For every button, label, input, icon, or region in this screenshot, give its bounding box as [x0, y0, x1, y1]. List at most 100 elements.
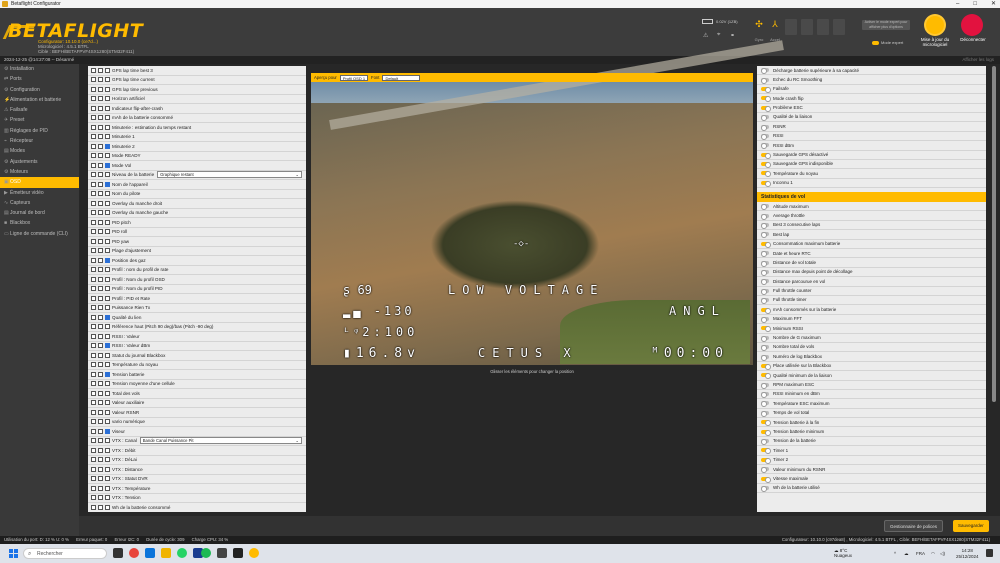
profile-3-checkbox[interactable] — [105, 466, 110, 472]
profile-3-checkbox[interactable] — [105, 504, 110, 510]
profile-1-checkbox[interactable] — [91, 485, 96, 491]
font-select[interactable]: Default — [382, 74, 421, 81]
sidebar-item-installation[interactable]: ⚙ Installation — [0, 64, 79, 74]
sidebar-item-ports[interactable]: ⇄ Ports — [0, 74, 79, 84]
sidebar-item-alimentation-et-batterie[interactable]: ⚡Alimentation et batterie — [0, 95, 79, 105]
profile-3-checkbox[interactable] — [105, 276, 110, 282]
profile-2-checkbox[interactable] — [98, 381, 103, 387]
profile-2-checkbox[interactable] — [98, 153, 103, 159]
profile-2-checkbox[interactable] — [98, 124, 103, 130]
osd-throttle[interactable]: ʂ 69 — [343, 283, 372, 297]
stat-toggle[interactable] — [761, 476, 771, 483]
profile-1-checkbox[interactable] — [91, 457, 96, 463]
profile-3-checkbox[interactable] — [105, 96, 110, 102]
osd-craft-name[interactable]: CETUS X — [478, 346, 578, 360]
chrome-icon[interactable] — [129, 548, 139, 558]
profile-1-checkbox[interactable] — [91, 314, 96, 320]
stat-toggle[interactable] — [761, 363, 771, 370]
stat-toggle[interactable] — [761, 448, 771, 455]
profile-3-checkbox[interactable] — [105, 485, 110, 491]
disconnect-label[interactable]: Déconnecter — [955, 37, 991, 42]
task-view-icon[interactable] — [113, 548, 123, 558]
profile-2-checkbox[interactable] — [98, 390, 103, 396]
profile-3-checkbox[interactable] — [105, 162, 110, 168]
profile-1-checkbox[interactable] — [91, 343, 96, 349]
stat-toggle[interactable] — [761, 485, 769, 492]
osd-element-variant-select[interactable]: Graphique restant ⌄ — [157, 171, 302, 179]
profile-1-checkbox[interactable] — [91, 172, 96, 178]
osd-rssi-dbm[interactable]: ▂▄ -130 — [343, 304, 415, 318]
profile-1-checkbox[interactable] — [91, 447, 96, 453]
profile-3-checkbox[interactable] — [105, 324, 110, 330]
profile-2-checkbox[interactable] — [98, 314, 103, 320]
warning-toggle[interactable] — [761, 105, 771, 112]
wifi-icon[interactable]: ◠ — [931, 551, 935, 556]
profile-1-checkbox[interactable] — [91, 362, 96, 368]
profile-1-checkbox[interactable] — [91, 191, 96, 197]
font-manager-button[interactable]: Gestionnaire de polices — [884, 520, 944, 532]
profile-2-checkbox[interactable] — [98, 191, 103, 197]
profile-3-checkbox[interactable] — [105, 352, 110, 358]
sidebar-item-configuration[interactable]: ⚙ Configuration — [0, 85, 79, 95]
profile-1-checkbox[interactable] — [91, 86, 96, 92]
sidebar-item-ligne-de-commande-cli-[interactable]: ▭Ligne de commande (CLI) — [0, 229, 79, 239]
stat-toggle[interactable] — [761, 420, 771, 427]
profile-3-checkbox[interactable] — [105, 210, 110, 216]
sidebar-item-ajustements[interactable]: ⚙ Ajustements — [0, 157, 79, 167]
stat-toggle[interactable] — [761, 335, 769, 342]
profile-3-checkbox[interactable] — [105, 229, 110, 235]
profile-3-checkbox[interactable] — [105, 343, 110, 349]
profile-1-checkbox[interactable] — [91, 162, 96, 168]
profile-1-checkbox[interactable] — [91, 115, 96, 121]
sidebar-item-capteurs[interactable]: ∿ Capteurs — [0, 198, 79, 208]
sidebar-item-r-glages-de-pid[interactable]: ▥Réglages de PID — [0, 126, 79, 136]
profile-1-checkbox[interactable] — [91, 257, 96, 263]
whatsapp-icon[interactable] — [177, 548, 187, 558]
sidebar-item-failsafe[interactable]: ⚠ Failsafe — [0, 105, 79, 115]
profile-3-checkbox[interactable] — [105, 286, 110, 292]
windows-start-icon[interactable] — [9, 549, 18, 558]
profile-2-checkbox[interactable] — [98, 257, 103, 263]
stat-toggle[interactable] — [761, 241, 771, 248]
sidebar-item-preset[interactable]: ✈ Preset — [0, 115, 79, 125]
profile-1-checkbox[interactable] — [91, 352, 96, 358]
profile-1-checkbox[interactable] — [91, 276, 96, 282]
profile-1-checkbox[interactable] — [91, 219, 96, 225]
taskbar-search[interactable]: ⌕ Rechercher — [23, 548, 107, 559]
sidebar-item-blackbox[interactable]: ■ Blackbox — [0, 218, 79, 228]
osd-battery-voltage[interactable]: ▮16.8v — [343, 346, 420, 361]
profile-2-checkbox[interactable] — [98, 476, 103, 482]
profile-1-checkbox[interactable] — [91, 400, 96, 406]
profile-3-checkbox[interactable] — [105, 428, 110, 434]
stat-toggle[interactable] — [761, 223, 769, 230]
profile-3-checkbox[interactable] — [105, 419, 110, 425]
profile-1-checkbox[interactable] — [91, 67, 96, 73]
profile-3-checkbox[interactable] — [105, 86, 110, 92]
profile-3-checkbox[interactable] — [105, 457, 110, 463]
profile-3-checkbox[interactable] — [105, 238, 110, 244]
profile-2-checkbox[interactable] — [98, 438, 103, 444]
profile-1-checkbox[interactable] — [91, 210, 96, 216]
stat-toggle[interactable] — [761, 270, 769, 276]
profile-2-checkbox[interactable] — [98, 181, 103, 187]
profile-1-checkbox[interactable] — [91, 181, 96, 187]
profile-2-checkbox[interactable] — [98, 248, 103, 254]
save-button[interactable]: Sauvegarder — [953, 520, 989, 532]
profile-2-checkbox[interactable] — [98, 409, 103, 415]
profile-1-checkbox[interactable] — [91, 324, 96, 330]
profile-1-checkbox[interactable] — [91, 153, 96, 159]
profile-3-checkbox[interactable] — [105, 314, 110, 320]
profile-2-checkbox[interactable] — [98, 295, 103, 301]
stat-toggle[interactable] — [761, 326, 771, 333]
profile-3-checkbox[interactable] — [105, 153, 110, 159]
app-icon-black[interactable] — [233, 548, 243, 558]
stat-toggle[interactable] — [761, 467, 769, 474]
profile-2-checkbox[interactable] — [98, 286, 103, 292]
profile-2-checkbox[interactable] — [98, 267, 103, 273]
warning-toggle[interactable] — [761, 162, 771, 169]
sidebar-item-moteurs[interactable]: ⚙ Moteurs — [0, 167, 79, 177]
osd-profile-select[interactable]: Profil OSD 1 — [339, 74, 369, 81]
stat-toggle[interactable] — [761, 279, 769, 286]
stat-toggle[interactable] — [761, 392, 769, 399]
profile-3-checkbox[interactable] — [105, 333, 110, 339]
